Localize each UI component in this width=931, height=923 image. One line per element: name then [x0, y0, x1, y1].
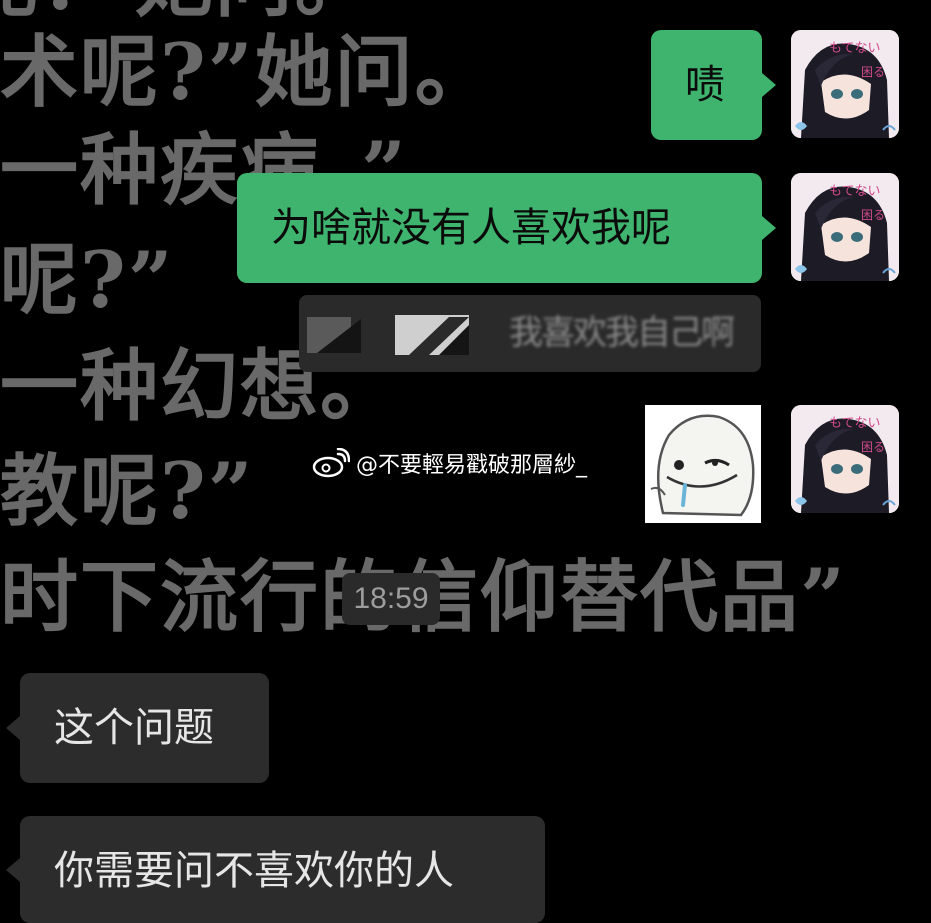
bubble-tail: [762, 73, 776, 97]
bubble-tail: [762, 216, 776, 240]
svg-text:もてない: もてない: [829, 416, 880, 431]
svg-text:困る: 困る: [861, 208, 885, 222]
chat-screen: 呢?”她问。 术呢?”她问。 一种疾病。” 呢?” 一种幻想。 教呢?” 时下流…: [0, 0, 931, 923]
message-text: 啧: [685, 62, 725, 108]
timestamp: 18:59: [342, 573, 440, 625]
message-text: 为啥就没有人喜欢我呢: [271, 205, 671, 251]
message-text: 这个问题: [54, 705, 214, 751]
blurred-message-text: 我喜欢我自己啊: [509, 313, 735, 353]
wallpaper-line-0: 呢?”她问。: [0, 0, 375, 28]
outgoing-message-bubble[interactable]: 为啥就没有人喜欢我呢: [237, 173, 762, 283]
mosaic-icon: [307, 315, 469, 355]
outgoing-message-bubble[interactable]: 啧: [651, 30, 762, 140]
incoming-message-bubble[interactable]: 这个问题: [20, 673, 269, 783]
sticker-message[interactable]: [645, 405, 761, 523]
self-avatar[interactable]: もてない 困る: [791, 405, 899, 513]
derp-face-sticker-icon: [645, 405, 761, 523]
message-text: 你需要问不喜欢你的人: [54, 848, 454, 894]
watermark-text: @不要輕易戳破那層紗_: [356, 453, 588, 478]
self-avatar[interactable]: もてない 困る: [791, 173, 899, 281]
svg-text:もてない: もてない: [829, 184, 880, 199]
avatar-image: もてない 困る: [791, 405, 899, 513]
wallpaper-line-5: 教呢?”: [0, 446, 255, 537]
svg-text:困る: 困る: [861, 440, 885, 454]
wallpaper-line-1: 术呢?”她问。: [0, 27, 495, 118]
incoming-message-bubble[interactable]: 你需要问不喜欢你的人: [20, 816, 545, 923]
wallpaper-line-3: 呢?”: [0, 235, 175, 326]
weibo-icon: [312, 448, 350, 478]
bubble-tail: [6, 858, 20, 882]
watermark: @不要輕易戳破那層紗_: [312, 445, 587, 481]
avatar-image: もてない 困る: [791, 173, 899, 281]
avatar-image: もてない 困る: [791, 30, 899, 138]
bubble-tail: [6, 716, 20, 740]
blurred-message-bubble[interactable]: 我喜欢我自己啊: [299, 295, 761, 372]
self-avatar[interactable]: もてない 困る: [791, 30, 899, 138]
svg-text:もてない: もてない: [829, 41, 880, 56]
svg-text:困る: 困る: [861, 65, 885, 79]
